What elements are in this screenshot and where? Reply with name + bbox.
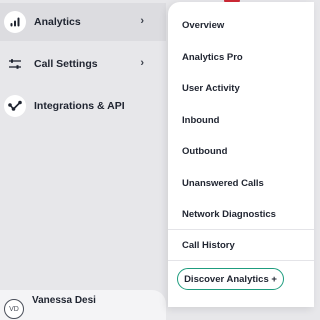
submenu-item-inbound[interactable]: Inbound bbox=[182, 114, 219, 128]
submenu-item-call-history[interactable]: Call History bbox=[182, 239, 235, 253]
chevron-right-icon: › bbox=[140, 57, 144, 69]
submenu-divider bbox=[168, 229, 314, 230]
submenu-item-user-activity[interactable]: User Activity bbox=[182, 82, 240, 96]
sliders-icon bbox=[4, 53, 26, 75]
submenu-divider bbox=[168, 260, 314, 261]
discover-analytics-button[interactable]: Discover Analytics + bbox=[177, 268, 284, 290]
sidebar-item-label: Integrations & API bbox=[34, 100, 125, 112]
submenu-item-overview[interactable]: Overview bbox=[182, 19, 224, 33]
sidebar: Analytics › Call Settings › Integrations… bbox=[0, 0, 168, 320]
chevron-right-icon: › bbox=[140, 15, 144, 27]
submenu-item-outbound[interactable]: Outbound bbox=[182, 145, 227, 159]
submenu-item-unanswered-calls[interactable]: Unanswered Calls bbox=[182, 177, 264, 191]
sidebar-item-integrations[interactable]: Integrations & API bbox=[0, 87, 166, 125]
sidebar-item-call-settings[interactable]: Call Settings › bbox=[0, 45, 166, 83]
sidebar-item-label: Analytics bbox=[34, 16, 81, 28]
analytics-submenu: Overview Analytics Pro User Activity Inb… bbox=[168, 2, 314, 307]
user-name: Vanessa Desi bbox=[32, 295, 96, 306]
sidebar-item-label: Call Settings bbox=[34, 58, 98, 70]
bar-chart-icon bbox=[4, 11, 26, 33]
sidebar-item-analytics[interactable]: Analytics › bbox=[0, 3, 166, 41]
avatar: VD bbox=[4, 299, 24, 319]
submenu-item-analytics-pro[interactable]: Analytics Pro bbox=[182, 51, 243, 65]
submenu-item-network-diagnostics[interactable]: Network Diagnostics bbox=[182, 208, 276, 222]
integrations-icon bbox=[4, 95, 26, 117]
user-card[interactable]: VD Vanessa Desi bbox=[0, 290, 166, 320]
